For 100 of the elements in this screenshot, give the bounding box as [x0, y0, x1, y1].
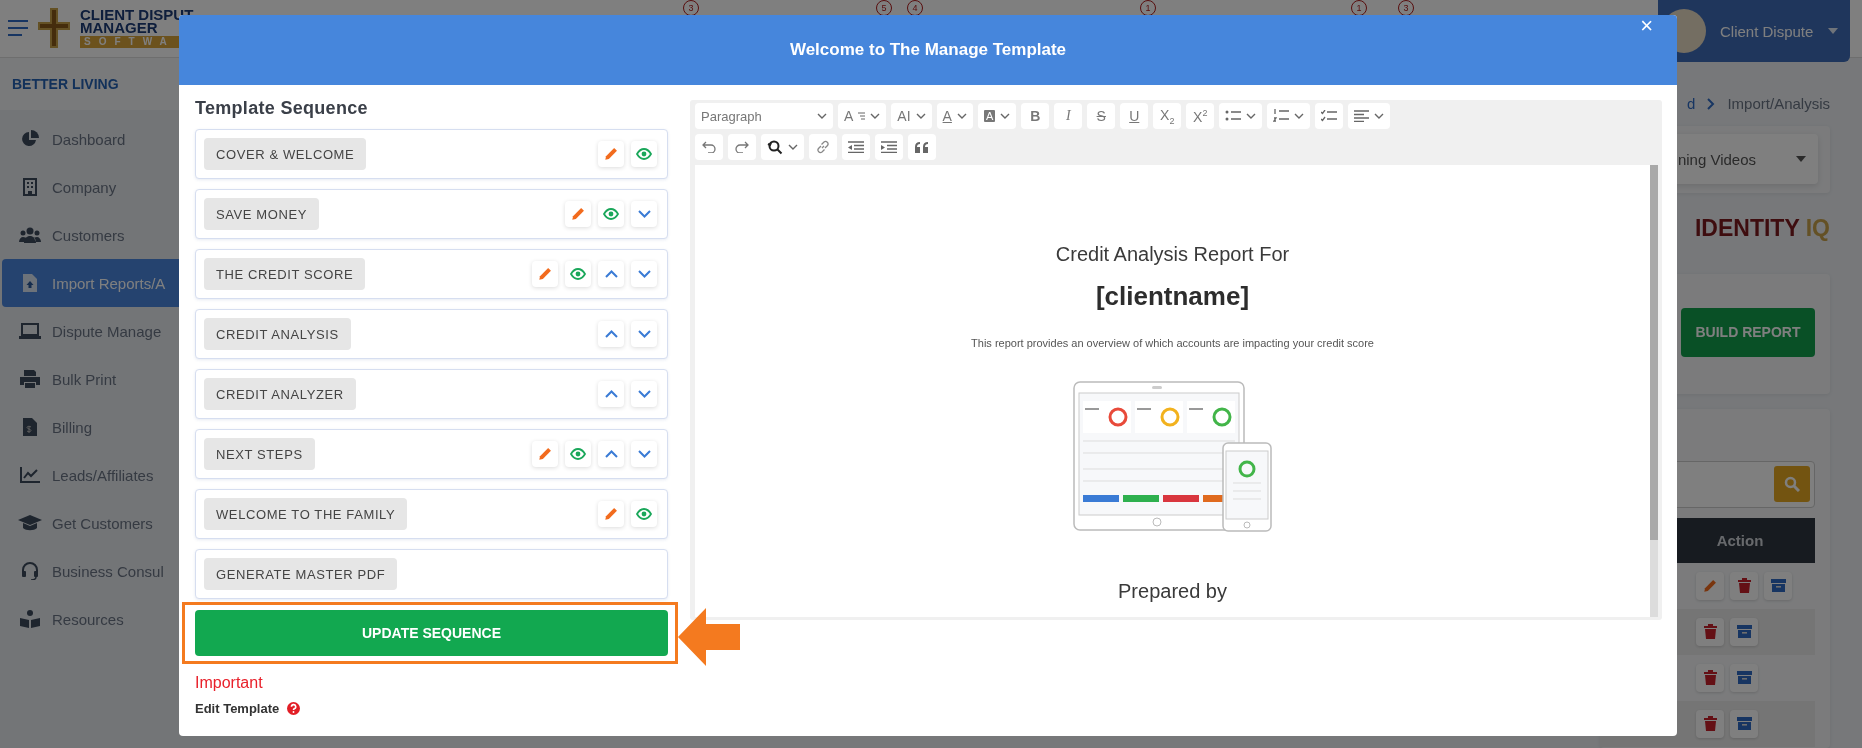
- preview-button[interactable]: [631, 501, 657, 527]
- eye-icon: [570, 268, 586, 280]
- chevron-down-icon: [637, 330, 651, 338]
- section-label[interactable]: CREDIT ANALYZER: [204, 378, 356, 410]
- section-label[interactable]: WELCOME TO THE FAMILY: [204, 498, 408, 530]
- caret-icon: [1796, 156, 1806, 163]
- edit-button[interactable]: [598, 141, 624, 167]
- move-up-button[interactable]: [598, 321, 624, 347]
- trash-icon: [1703, 716, 1717, 732]
- section-label[interactable]: THE CREDIT SCORE: [204, 258, 366, 290]
- preview-button[interactable]: [631, 141, 657, 167]
- redo-icon: [735, 141, 749, 153]
- move-up-button[interactable]: [598, 441, 624, 467]
- checklist-icon: [1321, 110, 1338, 122]
- pencil-icon: [538, 267, 552, 281]
- alignment-button[interactable]: [1348, 103, 1391, 129]
- build-report-button[interactable]: BUILD REPORT: [1681, 307, 1815, 357]
- archive-button[interactable]: [1730, 617, 1758, 646]
- archive-button[interactable]: [1764, 571, 1792, 600]
- undo-button[interactable]: [695, 134, 723, 160]
- invoice-icon: [23, 418, 37, 436]
- move-up-button[interactable]: [598, 381, 624, 407]
- indent-icon: [881, 141, 897, 153]
- font-size-button[interactable]: A: [838, 103, 887, 129]
- move-down-button[interactable]: [631, 201, 657, 227]
- delete-button[interactable]: [1696, 709, 1724, 738]
- redo-button[interactable]: [728, 134, 756, 160]
- archive-box-icon: [1770, 579, 1786, 593]
- report-heading: Credit Analysis Report For: [1055, 242, 1290, 267]
- building-icon: [23, 178, 37, 196]
- delete-button[interactable]: [1696, 663, 1724, 692]
- section-label[interactable]: NEXT STEPS: [204, 438, 315, 470]
- numbered-list-button[interactable]: [1267, 103, 1311, 129]
- eye-icon: [570, 448, 586, 460]
- todo-list-button[interactable]: [1315, 103, 1344, 129]
- edit-button[interactable]: [565, 201, 591, 227]
- help-icon[interactable]: [287, 702, 301, 715]
- trash-icon: [1737, 578, 1751, 594]
- archive-button[interactable]: [1730, 663, 1758, 692]
- preview-button[interactable]: [565, 441, 591, 467]
- move-down-button[interactable]: [631, 321, 657, 347]
- eye-icon: [603, 208, 619, 220]
- move-up-button[interactable]: [598, 261, 624, 287]
- section-label[interactable]: COVER & WELCOME: [204, 138, 367, 170]
- bulleted-list-button[interactable]: [1219, 103, 1263, 129]
- logo-text: MANAGER: [80, 21, 158, 34]
- printer-icon: [20, 370, 40, 388]
- edit-button[interactable]: [598, 501, 624, 527]
- move-down-button[interactable]: [631, 441, 657, 467]
- prepared-by-text: Prepared by: [1118, 579, 1227, 604]
- numbered-list-icon: [1273, 109, 1290, 123]
- chevron-up-icon: [604, 390, 618, 398]
- section-label[interactable]: SAVE MONEY: [204, 198, 319, 230]
- file-upload-icon: [23, 274, 37, 292]
- archive-button[interactable]: [1730, 709, 1758, 738]
- users-icon: [19, 227, 41, 243]
- update-sequence-button[interactable]: UPDATE SEQUENCE: [195, 610, 668, 656]
- align-left-icon: [1354, 110, 1370, 122]
- quote-icon: [915, 141, 929, 153]
- move-down-button[interactable]: [631, 381, 657, 407]
- menu-icon[interactable]: [8, 20, 28, 36]
- search-button[interactable]: [1774, 466, 1810, 503]
- edit-button[interactable]: [532, 261, 558, 287]
- link-button[interactable]: [809, 134, 837, 160]
- lines-icon: [858, 112, 866, 120]
- blockquote-button[interactable]: [908, 134, 936, 160]
- delete-button[interactable]: [1696, 617, 1724, 646]
- user-menu[interactable]: Client Dispute: [1658, 0, 1850, 62]
- section-label[interactable]: GENERATE MASTER PDF: [204, 558, 398, 590]
- font-family-button[interactable]: AI: [891, 103, 932, 129]
- edit-button[interactable]: [1696, 571, 1724, 600]
- section-label[interactable]: CREDIT ANALYSIS: [204, 318, 351, 350]
- outdent-button[interactable]: [842, 134, 870, 160]
- delete-button[interactable]: [1730, 571, 1758, 600]
- bold-button[interactable]: B: [1021, 103, 1050, 129]
- move-down-button[interactable]: [631, 261, 657, 287]
- find-replace-button[interactable]: [761, 134, 804, 160]
- chevron-down-icon: [1000, 113, 1011, 119]
- chevron-down-icon: [637, 390, 651, 398]
- scrollbar[interactable]: [1650, 165, 1658, 617]
- select-button[interactable]: Paragraph: [695, 103, 833, 129]
- chevron-down-icon: [637, 210, 651, 218]
- preview-button[interactable]: [598, 201, 624, 227]
- report-description: This report provides an overview of which accounts are impacting your credit score: [971, 337, 1374, 349]
- strikethrough-button[interactable]: S: [1087, 103, 1116, 129]
- font-color-button[interactable]: A: [936, 103, 973, 129]
- close-button[interactable]: ×: [1636, 15, 1657, 37]
- superscript-button[interactable]: X$^{2}$: [1186, 103, 1215, 129]
- underline-button[interactable]: U: [1120, 103, 1149, 129]
- indent-button[interactable]: [875, 134, 903, 160]
- chevron-right-icon: [1707, 97, 1716, 110]
- italic-button[interactable]: I: [1054, 103, 1083, 129]
- edit-button[interactable]: [532, 441, 558, 467]
- text-editor[interactable]: Paragraph A AI A A B I S U X$_{2}$ X$^{2}$ Credit Analysis Report For [clientname] This report provides an overview of which accounts are impacting your credit score Prepared by: [690, 100, 1662, 620]
- subscript-button[interactable]: X$_{2}$: [1153, 103, 1182, 129]
- highlight-button[interactable]: A: [977, 103, 1017, 129]
- eye-icon: [636, 508, 652, 520]
- breadcrumb-link[interactable]: d: [1687, 95, 1696, 113]
- preview-button[interactable]: [565, 261, 591, 287]
- outdent-icon: [848, 141, 864, 153]
